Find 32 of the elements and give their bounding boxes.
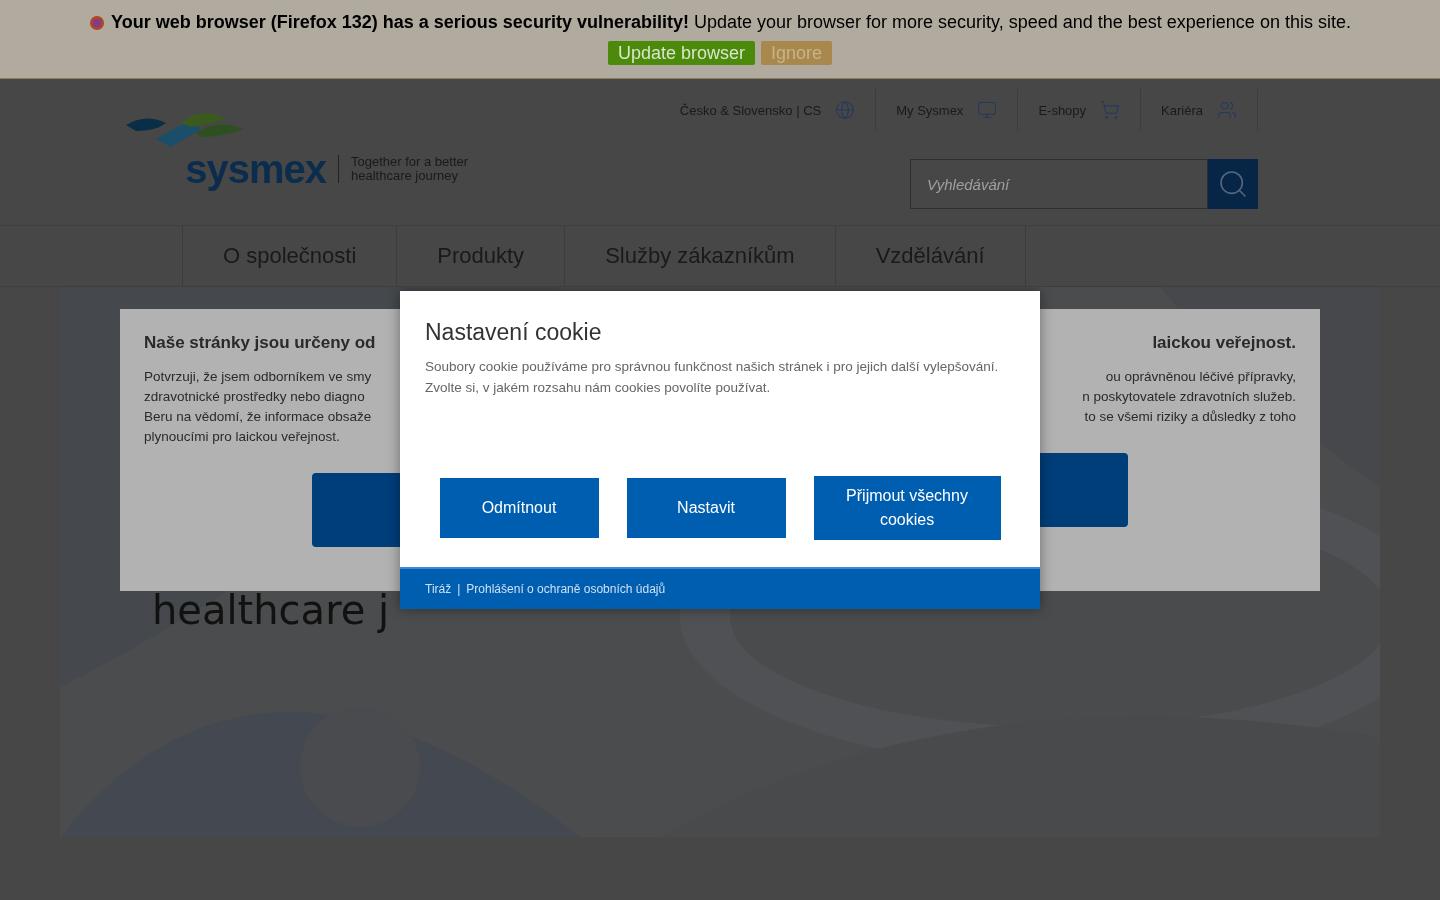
- browser-icon: [89, 14, 106, 31]
- dialog-button[interactable]: [312, 473, 400, 547]
- footer-link[interactable]: Prohlášení o ochraně osobních údajů: [466, 582, 666, 596]
- dialog-text-line: zdravotnické prostředky nebo diagno: [144, 388, 365, 406]
- cookie-button[interactable]: Přijmout všechny cookies: [813, 476, 1001, 540]
- cart-icon: [1100, 100, 1121, 120]
- dialog-text-line: ou oprávněnou léčivé přípravky,: [1105, 368, 1296, 386]
- dialog-text-line: Beru na vědomí, že informace obsaže: [144, 408, 372, 426]
- search-icon: [1217, 168, 1249, 200]
- dialog-text-line: to se všemi riziky a důsledky z toho: [1084, 408, 1296, 426]
- search-field[interactable]: Vyhledávání: [910, 159, 1208, 209]
- cookie-button[interactable]: Nastavit: [626, 478, 786, 538]
- dialog-text-line: plynoucími pro laickou veřejnost.: [144, 428, 340, 446]
- banner-message: Your web browser (Firefox 132) has a serious security vulnerability! Update your browser for more security, speed and the best experience on this site.: [111, 12, 1351, 33]
- dialog-text-line: n poskytovatele zdravotních služeb.: [1082, 388, 1296, 406]
- search-button[interactable]: [1208, 159, 1258, 209]
- modal-text: Soubory cookie používáme pro správnou funkčnost našich stránek i pro jejich další vylepšování. Zvolte si, v jakém rozsahu nám cookies povolíte používat.: [425, 358, 1000, 397]
- people-icon: [1217, 100, 1237, 120]
- dialog-button[interactable]: [1040, 453, 1128, 527]
- dialog-title: Naše stránky jsou určeny od: [144, 333, 376, 353]
- footer-link[interactable]: Tiráž: [425, 582, 452, 596]
- dialog-text-line: Potvrzuji, že jsem odborníkem ve smy: [144, 368, 372, 386]
- logo-wordmark: sysmex: [185, 147, 326, 191]
- globe-icon: [835, 100, 856, 120]
- cookie-button[interactable]: Odmítnout: [439, 478, 599, 538]
- separator: |: [457, 582, 461, 596]
- modal-title: Nastavení cookie: [425, 319, 603, 346]
- dialog-title: laickou veřejnost.: [1152, 333, 1296, 353]
- hero-title: healthcare j: [152, 587, 390, 633]
- update-button[interactable]: Update browser: [607, 41, 755, 65]
- monitor-icon: [977, 100, 998, 120]
- ignore-button[interactable]: Ignore: [761, 41, 833, 65]
